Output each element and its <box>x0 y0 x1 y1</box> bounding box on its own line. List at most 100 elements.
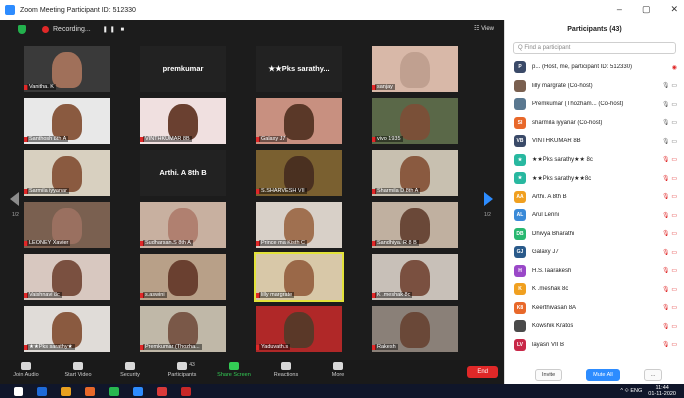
participant-list: Pp... (Host, me, participant ID: 512330)… <box>505 58 684 354</box>
mic-video-status-icon[interactable]: 🎙 ▭ <box>662 101 677 108</box>
tray-icons[interactable]: ^ ⟐ ENG <box>620 388 642 395</box>
encryption-shield-icon[interactable] <box>18 24 26 34</box>
reactions-icon <box>281 362 291 370</box>
participant-row[interactable]: SI sharmila iyyanar (Co-host) 🎙 ▭ <box>505 114 684 133</box>
close-button[interactable]: ✕ <box>670 4 678 15</box>
video-tile[interactable]: Santhosh 8th A <box>24 98 110 144</box>
participant-row[interactable]: AL Arul Lenni 🎙 ▭ <box>505 206 684 225</box>
participant-row[interactable]: DB Dhivya Bharathi 🎙 ▭ <box>505 225 684 244</box>
mic-video-status-icon[interactable]: 🎙 ▭ <box>662 304 677 311</box>
video-tile[interactable]: lilly margrate <box>254 252 344 302</box>
video-tile[interactable]: sanjay <box>372 46 458 92</box>
video-tile[interactable]: VINTHKUMAR 8B <box>140 98 226 144</box>
avatar: GJ <box>514 246 526 259</box>
mic-video-status-icon[interactable]: 🎙 ▭ <box>662 138 677 145</box>
shield-button[interactable]: Security <box>108 360 152 384</box>
mic-video-status-icon[interactable]: 🎙 ▭ <box>662 341 677 348</box>
avatar: AL <box>514 209 526 222</box>
mic-video-status-icon[interactable]: ◉ <box>672 64 677 71</box>
invite-button[interactable]: Invite <box>535 369 563 381</box>
video-tile[interactable]: Vanitha. K <box>24 46 110 92</box>
taskbar-app-icon[interactable] <box>157 386 167 396</box>
participant-row[interactable]: K8 Keerthivasan 8A 🎙 ▭ <box>505 299 684 318</box>
reactions-button[interactable]: Reactions <box>264 360 308 384</box>
mic-video-status-icon[interactable]: 🎙 ▭ <box>662 193 677 200</box>
end-meeting-button[interactable]: End <box>467 366 498 378</box>
mic-video-status-icon[interactable]: 🎙 ▭ <box>662 230 677 237</box>
taskbar-app-icon[interactable] <box>109 386 119 396</box>
window-title: Zoom Meeting Participant ID: 512330 <box>20 6 136 14</box>
video-tile[interactable]: LEONEY Xavier <box>24 202 110 248</box>
participant-row[interactable]: VB VINTHKUMAR 8B 🎙 ▭ <box>505 132 684 151</box>
participant-row[interactable]: Premkumar (Thozham... (Co-host) 🎙 ▭ <box>505 95 684 114</box>
video-tile[interactable]: Sandhiya. R 8 B <box>372 202 458 248</box>
mic-video-status-icon[interactable]: 🎙 ▭ <box>662 267 677 274</box>
taskbar-app-icon[interactable] <box>181 386 191 396</box>
minimize-button[interactable]: – <box>617 4 622 15</box>
mute-all-button[interactable]: Mute All <box>586 369 620 381</box>
control-label: Share Screen <box>217 372 251 378</box>
video-tile[interactable]: Prince ma Kisth C <box>256 202 342 248</box>
previous-page-arrow-icon[interactable] <box>10 192 19 206</box>
mic-video-status-icon[interactable]: 🎙 ▭ <box>662 286 677 293</box>
video-tile[interactable]: Galaxy J7 <box>256 98 342 144</box>
participant-row[interactable]: GJ Galaxy J7 🎙 ▭ <box>505 243 684 262</box>
next-page-arrow-icon[interactable] <box>484 192 493 206</box>
participant-name-label: Yaduvath.s <box>259 344 291 350</box>
participant-search-input[interactable]: Q Find a participant <box>513 42 676 54</box>
mic-video-status-icon[interactable]: 🎙 ▭ <box>662 323 677 330</box>
participant-row[interactable]: K K .meshak 8c 🎙 ▭ <box>505 280 684 299</box>
windows-start-icon[interactable] <box>14 386 23 396</box>
participant-row[interactable]: lilly margrate (Co-host) 🎙 ▭ <box>505 77 684 96</box>
taskbar-app-icon[interactable] <box>61 386 71 396</box>
participant-video <box>52 312 82 348</box>
view-button[interactable]: ☷ View <box>474 25 494 32</box>
video-tile[interactable]: vivo 1935 <box>372 98 458 144</box>
video-tile[interactable]: S.SHARVESH VII <box>256 150 342 196</box>
video-tile[interactable]: Rakesh <box>372 306 458 352</box>
video-tile[interactable]: ★★Pks sarathy... <box>256 46 342 92</box>
headphones-button[interactable]: Join Audio <box>4 360 48 384</box>
mic-video-status-icon[interactable]: 🎙 ▭ <box>662 212 677 219</box>
video-tile[interactable]: Premkumar (Thozha... <box>140 306 226 352</box>
mic-video-status-icon[interactable]: 🎙 ▭ <box>662 249 677 256</box>
mic-video-status-icon[interactable]: 🎙 ▭ <box>662 119 677 126</box>
participant-row[interactable]: ★ ★★Pks sarathy★★8c 🎙 ▭ <box>505 169 684 188</box>
mic-video-status-icon[interactable]: 🎙 ▭ <box>662 82 677 89</box>
participant-video <box>52 208 82 244</box>
avatar <box>514 320 526 333</box>
participant-row[interactable]: ★ ★★Pks sarathy★★ 8c 🎙 ▭ <box>505 151 684 170</box>
participant-name: Galaxy J7 <box>532 249 559 256</box>
recording-pause-stop-buttons[interactable]: ❚❚ ■ <box>103 26 126 33</box>
participants-button[interactable]: 43 Participants <box>160 360 204 384</box>
video-tile[interactable]: Sarmila iyyanar <box>24 150 110 196</box>
participant-name: H.S.Taarakesh <box>532 267 572 274</box>
video-tile[interactable]: Yaduvath.s <box>256 306 342 352</box>
more-button[interactable]: More <box>316 360 360 384</box>
video-off-button[interactable]: Start Video <box>56 360 100 384</box>
participant-row[interactable]: Pp... (Host, me, participant ID: 512330)… <box>505 58 684 77</box>
video-tile[interactable]: Vaishnavi 8c <box>24 254 110 300</box>
share-screen-button[interactable]: Share Screen <box>212 360 256 384</box>
video-tile[interactable]: premkumar <box>140 46 226 92</box>
video-tile[interactable]: ★★Pks sarathy★ <box>24 306 110 352</box>
clock[interactable]: 11:44 01-11-2020 <box>648 385 676 397</box>
participant-row[interactable]: Kowshik Kratos 🎙 ▭ <box>505 317 684 336</box>
maximize-button[interactable]: ▢ <box>642 4 651 15</box>
participant-name-label: LEONEY Xavier <box>27 240 71 246</box>
video-tile[interactable]: Arthi. A 8th B <box>140 150 226 196</box>
participant-row[interactable]: AA Arthi. A 8th B 🎙 ▭ <box>505 188 684 207</box>
video-tile[interactable]: Sudharsan.S 8th A <box>140 202 226 248</box>
taskbar-app-icon[interactable] <box>133 386 143 396</box>
video-tile[interactable]: s.aswini <box>140 254 226 300</box>
taskbar-app-icon[interactable] <box>85 386 95 396</box>
more-options-button[interactable]: ... <box>643 369 663 381</box>
taskbar-app-icon[interactable] <box>37 386 47 396</box>
participant-row[interactable]: H H.S.Taarakesh 🎙 ▭ <box>505 262 684 281</box>
mic-video-status-icon[interactable]: 🎙 ▭ <box>662 156 677 163</box>
participant-video <box>284 312 314 348</box>
participant-row[interactable]: LV layasri VII B 🎙 ▭ <box>505 336 684 355</box>
mic-video-status-icon[interactable]: 🎙 ▭ <box>662 175 677 182</box>
video-tile[interactable]: Sharmila D 8th A <box>372 150 458 196</box>
video-tile[interactable]: K .meshak 8c <box>372 254 458 300</box>
